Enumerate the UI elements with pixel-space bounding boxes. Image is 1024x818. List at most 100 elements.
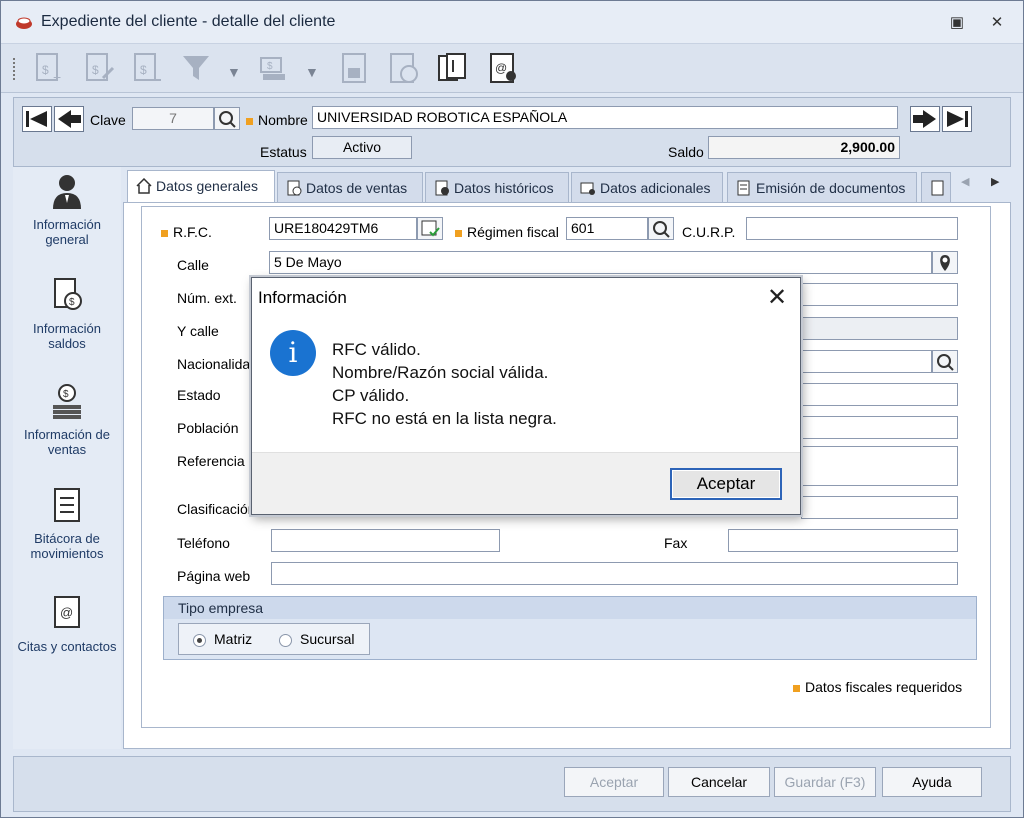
fax-field[interactable] (728, 529, 958, 552)
person-icon (47, 171, 87, 211)
regimen-field[interactable]: 601 (566, 217, 648, 240)
dialog-message-line: Nombre/Razón social válida. (332, 363, 549, 382)
ycalle-field (801, 317, 958, 340)
referencia-label: Referencia (177, 453, 245, 469)
tab-label: Emisión de documentos (756, 180, 906, 196)
svg-text:$: $ (92, 63, 99, 77)
radio-sucursal[interactable]: Sucursal (279, 631, 354, 647)
contact-book-icon[interactable]: @ (485, 50, 521, 86)
pagina-label: Página web (177, 568, 251, 584)
clave-field[interactable]: 7 (132, 107, 214, 130)
sidebar-item-label: Información de ventas (24, 427, 110, 457)
calle-field[interactable]: 5 De Mayo (269, 251, 932, 274)
next-record-button[interactable] (910, 106, 940, 132)
regimen-label-text: Régimen fiscal (467, 224, 559, 240)
svg-text:+: + (53, 69, 61, 85)
dialog-message-line: CP válido. (332, 386, 410, 405)
numext-field[interactable] (801, 283, 958, 306)
curp-label: C.U.R.P. (682, 224, 736, 240)
last-record-button[interactable] (942, 106, 972, 132)
more-doc-icon (930, 180, 946, 196)
tab-more[interactable] (921, 172, 951, 202)
poblacion-field[interactable] (801, 416, 958, 439)
info-dialog: Información ✕ i RFC válido. Nombre/Razón… (251, 277, 801, 515)
help-button[interactable]: Ayuda (882, 767, 982, 797)
clave-search-icon[interactable] (214, 107, 240, 130)
svg-text:@: @ (60, 605, 73, 620)
accept-button[interactable]: Aceptar (564, 767, 664, 797)
fax-label: Fax (664, 535, 688, 551)
dialog-title: Información (258, 288, 347, 307)
edit-doc-icon[interactable]: $ (81, 50, 117, 86)
sidebar-item-info-ventas[interactable]: $ Información de ventas (13, 381, 121, 457)
telefono-field[interactable] (271, 529, 500, 552)
tab-emision-documentos[interactable]: Emisión de documentos (727, 172, 917, 202)
estado-field[interactable] (801, 383, 958, 406)
filter-icon[interactable] (179, 50, 215, 86)
sales-icon (286, 180, 302, 196)
tab-datos-generales[interactable]: Datos generales (127, 170, 275, 202)
required-marker (246, 117, 253, 125)
tab-datos-adicionales[interactable]: Datos adicionales (571, 172, 723, 202)
radio-sucursal-dot[interactable] (279, 633, 292, 647)
sidebar-item-info-general[interactable]: Información general (13, 171, 121, 247)
tab-label: Datos históricos (454, 180, 554, 196)
sidebar-item-label: Citas y contactos (17, 639, 117, 654)
nacionalidad-search-icon[interactable] (932, 350, 958, 373)
statement-icon[interactable] (337, 50, 373, 86)
map-pin-icon[interactable] (932, 251, 958, 274)
tab-scroll-left-icon[interactable]: ◀ (961, 175, 969, 188)
tab-datos-ventas[interactable]: Datos de ventas (277, 172, 423, 202)
rfc-validate-icon[interactable] (417, 217, 443, 240)
tab-scroll-right-icon[interactable]: ▶ (991, 175, 999, 188)
cancel-button[interactable]: Cancelar (668, 767, 770, 797)
restore-icon[interactable]: ▣ (945, 11, 969, 35)
app-logo-icon (15, 13, 33, 31)
coins-icon: $ (47, 381, 87, 421)
payment-icon[interactable]: $ (255, 50, 291, 86)
nombre-field[interactable]: UNIVERSIDAD ROBOTICA ESPAÑOLA (312, 106, 898, 129)
sidebar-item-bitacora[interactable]: Bitácora de movimientos (13, 485, 121, 561)
prev-record-button[interactable] (54, 106, 84, 132)
sidebar: Información general $ Información saldos… (13, 167, 121, 749)
regimen-search-icon[interactable] (648, 217, 674, 240)
estado-label: Estado (177, 387, 221, 403)
pagina-field[interactable] (271, 562, 958, 585)
first-record-button[interactable] (22, 106, 52, 132)
filter-dropdown-icon[interactable]: ▼ (227, 64, 241, 80)
sidebar-item-label: Información general (33, 217, 101, 247)
sidebar-item-info-saldos[interactable]: $ Información saldos (13, 275, 121, 351)
close-window-icon[interactable]: ✕ (985, 11, 1009, 35)
rfc-field[interactable]: URE180429TM6 (269, 217, 417, 240)
tab-datos-historicos[interactable]: Datos históricos (425, 172, 569, 202)
nacionalidad-label: Nacionalidad (177, 356, 251, 372)
clasificacion-field[interactable] (801, 496, 958, 519)
calle-label: Calle (177, 257, 209, 273)
home-icon (136, 177, 152, 194)
sidebar-item-label: Información saldos (33, 321, 101, 351)
radio-matriz[interactable]: Matriz (193, 631, 252, 647)
rfc-label: R.F.C. (161, 224, 212, 240)
dialog-ok-button[interactable]: Aceptar (670, 468, 782, 500)
required-marker (161, 229, 168, 237)
attach-icon[interactable] (435, 50, 471, 86)
required-marker (793, 684, 800, 692)
client-window: Expediente del cliente - detalle del cli… (0, 0, 1024, 818)
nombre-label: Nombre (246, 112, 308, 128)
svg-text:$: $ (140, 63, 147, 77)
referencia-field[interactable] (801, 446, 958, 486)
new-doc-icon[interactable]: $ + (31, 50, 67, 86)
dialog-close-icon[interactable]: ✕ (762, 284, 792, 314)
radio-matriz-dot[interactable] (193, 633, 206, 647)
required-marker (455, 229, 462, 237)
sidebar-item-citas[interactable]: @ Citas y contactos (13, 593, 121, 654)
payment-dropdown-icon[interactable]: ▼ (305, 64, 319, 80)
cash-doc-icon[interactable] (385, 50, 421, 86)
save-button[interactable]: Guardar (F3) (774, 767, 876, 797)
tab-strip: Datos generales Datos de ventas Datos hi… (123, 169, 1013, 203)
contacts-icon: @ (47, 593, 87, 633)
rfc-label-text: R.F.C. (173, 224, 212, 240)
curp-field[interactable] (746, 217, 958, 240)
delete-doc-icon[interactable]: $ (129, 50, 165, 86)
nacionalidad-field[interactable] (801, 350, 932, 373)
